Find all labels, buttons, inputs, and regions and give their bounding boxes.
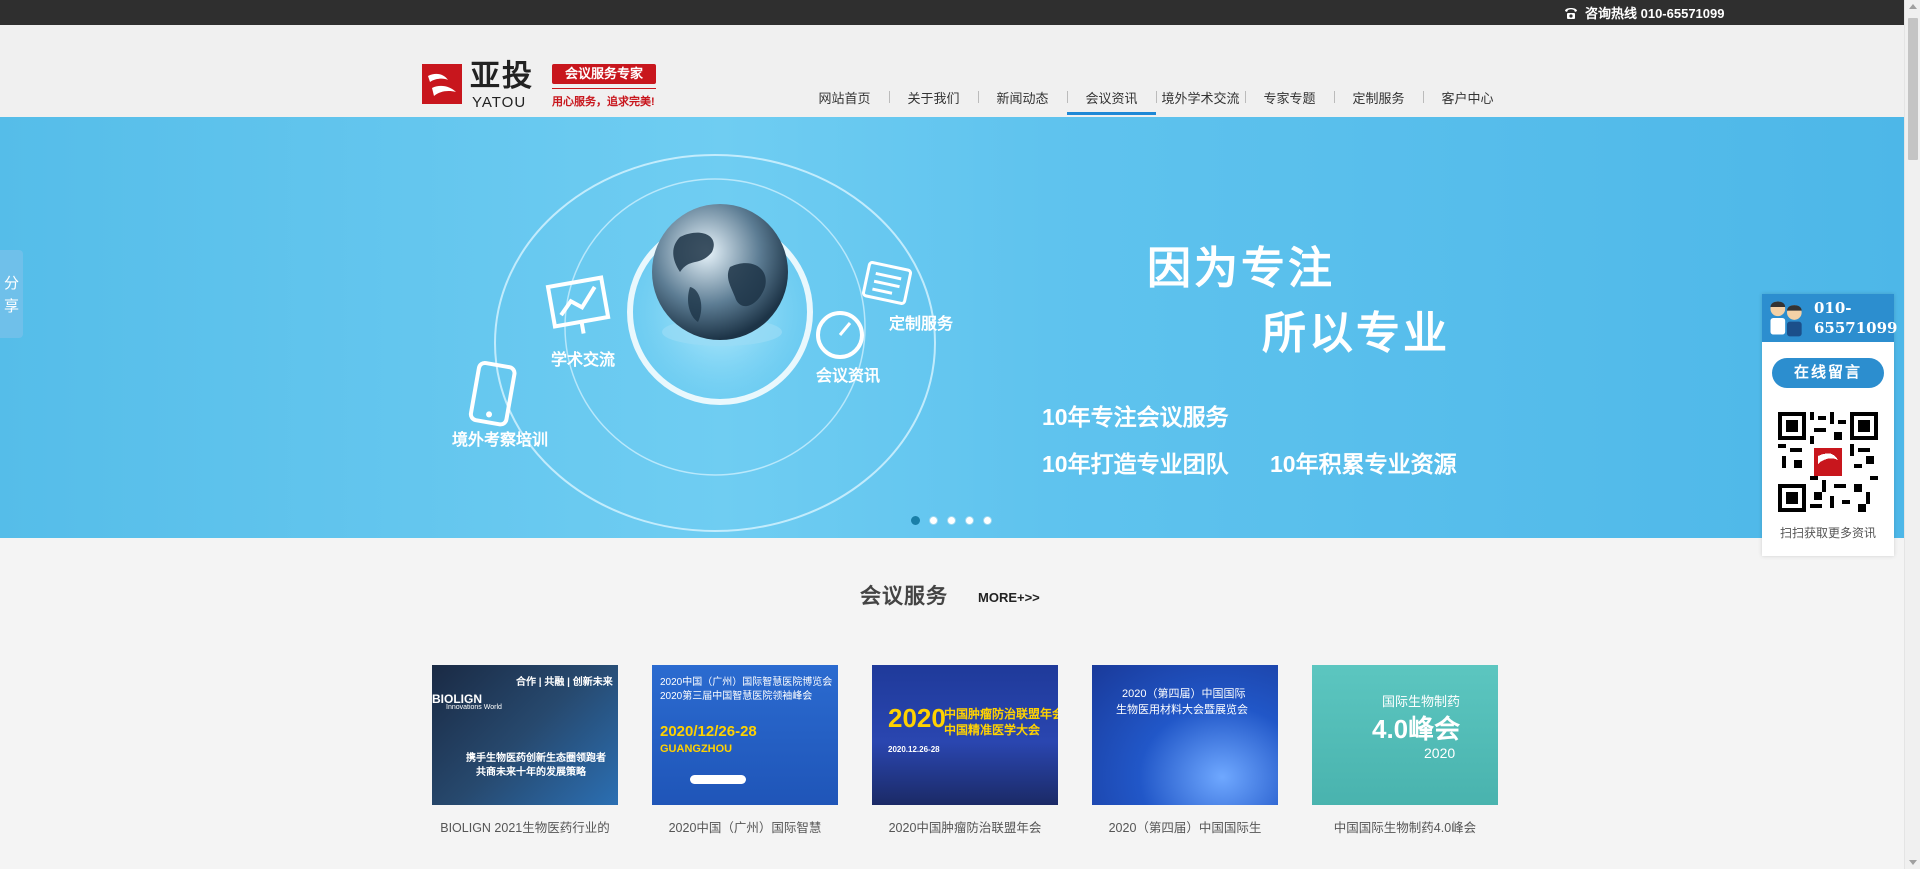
phone-line-1: 010- bbox=[1814, 299, 1852, 317]
floating-hotline[interactable]: 010- 65571099 bbox=[1762, 294, 1898, 342]
presentation-chart-icon bbox=[545, 275, 611, 334]
mobile-phone-icon bbox=[468, 360, 517, 427]
card-image[interactable]: BIOLIGN Innovations World 合作 | 共融 | 创新未来… bbox=[432, 665, 618, 805]
hero-banner[interactable]: 学术交流 定制服务 会议资讯 境外考察培训 因为专注 所以专业 10年专注会议服… bbox=[0, 117, 1904, 538]
card-image-text: 4.0峰会 bbox=[1372, 714, 1461, 744]
orbit-label-overseas: 境外考察培训 bbox=[452, 432, 549, 449]
scroll-up-icon[interactable] bbox=[1909, 4, 1917, 9]
qr-code-icon bbox=[1778, 412, 1878, 512]
share-char: 分 bbox=[3, 275, 19, 292]
banner-slogan-line1: 因为专注 bbox=[1147, 244, 1335, 293]
card-image-text: 中国肿瘤防治联盟年会 bbox=[944, 707, 1058, 721]
logo-badge: 会议服务专家 bbox=[552, 64, 656, 84]
logo-chinese-name: 亚投 bbox=[470, 59, 534, 94]
online-message-button[interactable]: 在线留言 bbox=[1772, 358, 1884, 388]
main-nav: 网站首页 关于我们 新闻动态 会议资讯 境外学术交流 专家专题 定制服务 客户中… bbox=[800, 82, 1512, 115]
more-link[interactable]: MORE+>> bbox=[978, 590, 1040, 605]
nav-item-customer-center[interactable]: 客户中心 bbox=[1423, 82, 1512, 112]
top-bar: 咨询热线 010-65571099 bbox=[0, 0, 1904, 25]
card-image[interactable]: 2020（第四届）中国国际 生物医用材料大会暨展览会 bbox=[1092, 665, 1278, 805]
carousel-dot[interactable] bbox=[983, 516, 992, 525]
conference-card[interactable]: 国际生物制药 4.0峰会 2020 中国国际生物制药4.0峰会 bbox=[1312, 665, 1498, 836]
card-image-text: GUANGZHOU bbox=[660, 743, 733, 755]
banner-slogan-line2: 所以专业 bbox=[1262, 309, 1450, 358]
carousel-dots bbox=[911, 516, 992, 525]
card-image-text: 生物医用材料大会暨展览会 bbox=[1116, 704, 1248, 716]
nav-item-overseas-exchange[interactable]: 境外学术交流 bbox=[1156, 82, 1245, 112]
nav-item-conference-info[interactable]: 会议资讯 bbox=[1067, 82, 1156, 115]
conference-card[interactable]: 2020 中国肿瘤防治联盟年会 中国精准医学大会 2020.12.26-28 2… bbox=[872, 665, 1058, 836]
card-image-text: 共商未来十年的发展策略 bbox=[476, 767, 586, 778]
card-image-text: 2020/12/26-28 bbox=[660, 723, 757, 740]
card-image-text: 2020第三届中国智慧医院领袖峰会 bbox=[660, 691, 813, 702]
share-tab[interactable]: 分 享 bbox=[0, 250, 23, 338]
card-caption[interactable]: BIOLIGN 2021生物医药行业的 bbox=[432, 817, 618, 836]
hotline-text: 咨询热线 010-65571099 bbox=[1585, 6, 1725, 21]
nav-item-custom-service[interactable]: 定制服务 bbox=[1334, 82, 1423, 112]
card-image-text: 国际生物制药 bbox=[1382, 694, 1461, 709]
qr-caption: 扫扫获取更多资讯 bbox=[1779, 526, 1876, 540]
section-title: 会议服务 bbox=[860, 585, 948, 608]
nav-item-home[interactable]: 网站首页 bbox=[800, 82, 889, 112]
carousel-dot[interactable] bbox=[911, 516, 920, 525]
card-image[interactable]: 国际生物制药 4.0峰会 2020 bbox=[1312, 665, 1498, 805]
share-char: 享 bbox=[3, 298, 19, 315]
logo-divider bbox=[552, 88, 656, 89]
carousel-dot[interactable] bbox=[965, 516, 974, 525]
card-image-text: 2020 bbox=[888, 703, 946, 733]
nav-item-about[interactable]: 关于我们 bbox=[889, 82, 978, 112]
logo-english-name: YATOU bbox=[472, 94, 527, 111]
document-icon bbox=[861, 261, 913, 305]
card-image[interactable]: 2020 中国肿瘤防治联盟年会 中国精准医学大会 2020.12.26-28 bbox=[872, 665, 1058, 805]
conference-card[interactable]: 2020（第四届）中国国际 生物医用材料大会暨展览会 2020（第四届）中国国际… bbox=[1092, 665, 1278, 836]
logo-slogan: 用心服务，追求完美! bbox=[552, 96, 655, 108]
nav-item-news[interactable]: 新闻动态 bbox=[978, 82, 1067, 112]
scroll-down-icon[interactable] bbox=[1909, 860, 1917, 865]
carousel-dot[interactable] bbox=[929, 516, 938, 525]
banner-stat-1: 10年专注会议服务 bbox=[1042, 404, 1229, 430]
card-image-text: 2020.12.26-28 bbox=[888, 745, 940, 754]
banner-stat-2: 10年打造专业团队 bbox=[1042, 451, 1229, 477]
site-logo[interactable]: 亚投 YATOU 会议服务专家 用心服务，追求完美! bbox=[422, 38, 658, 110]
card-image[interactable]: 2020中国（广州）国际智慧医院博览会 2020第三届中国智慧医院领袖峰会 20… bbox=[652, 665, 838, 805]
orbit-label-conference: 会议资讯 bbox=[816, 368, 881, 385]
orbit-label-custom: 定制服务 bbox=[889, 316, 954, 333]
banner-stat-3: 10年积累专业资源 bbox=[1270, 451, 1457, 477]
nav-item-experts[interactable]: 专家专题 bbox=[1245, 82, 1334, 112]
carousel-dot[interactable] bbox=[947, 516, 956, 525]
card-image-text: 2020（第四届）中国国际 bbox=[1122, 688, 1246, 700]
card-image-text: 合作 | 共融 | 创新未来 bbox=[516, 677, 613, 688]
card-image-text: 2020中国（广州）国际智慧医院博览会 bbox=[660, 677, 833, 688]
floating-contact-panel: 010- 65571099 在线留言 扫扫获取更多资讯 bbox=[1762, 294, 1898, 556]
phone-line-2: 65571099 bbox=[1814, 319, 1898, 337]
phone-icon bbox=[1565, 7, 1577, 19]
card-image-text: 携手生物医药创新生态圈领跑者 bbox=[466, 753, 606, 764]
card-image-text: 中国精准医学大会 bbox=[944, 723, 1041, 737]
logo-mark-icon bbox=[422, 64, 462, 104]
scroll-thumb[interactable] bbox=[1908, 18, 1918, 160]
card-caption[interactable]: 2020中国肿瘤防治联盟年会 bbox=[872, 817, 1058, 836]
card-image-text: Innovations World bbox=[446, 704, 502, 711]
card-caption[interactable]: 2020中国（广州）国际智慧 bbox=[652, 817, 838, 836]
page-scrollbar[interactable] bbox=[1904, 0, 1920, 869]
card-image-text: 2020 bbox=[1424, 745, 1456, 761]
hotline: 咨询热线 010-65571099 bbox=[1562, 2, 1724, 23]
customer-service-icon bbox=[1770, 301, 1802, 337]
conference-card[interactable]: BIOLIGN Innovations World 合作 | 共融 | 创新未来… bbox=[432, 665, 618, 836]
floating-phone-number: 010- 65571099 bbox=[1814, 298, 1898, 338]
conference-card[interactable]: 2020中国（广州）国际智慧医院博览会 2020第三届中国智慧医院领袖峰会 20… bbox=[652, 665, 838, 836]
card-image-pill bbox=[690, 775, 746, 784]
orbit-label-academic: 学术交流 bbox=[551, 352, 616, 369]
card-caption[interactable]: 2020（第四届）中国国际生 bbox=[1092, 817, 1278, 836]
globe-icon bbox=[652, 204, 788, 340]
card-caption[interactable]: 中国国际生物制药4.0峰会 bbox=[1312, 817, 1498, 836]
